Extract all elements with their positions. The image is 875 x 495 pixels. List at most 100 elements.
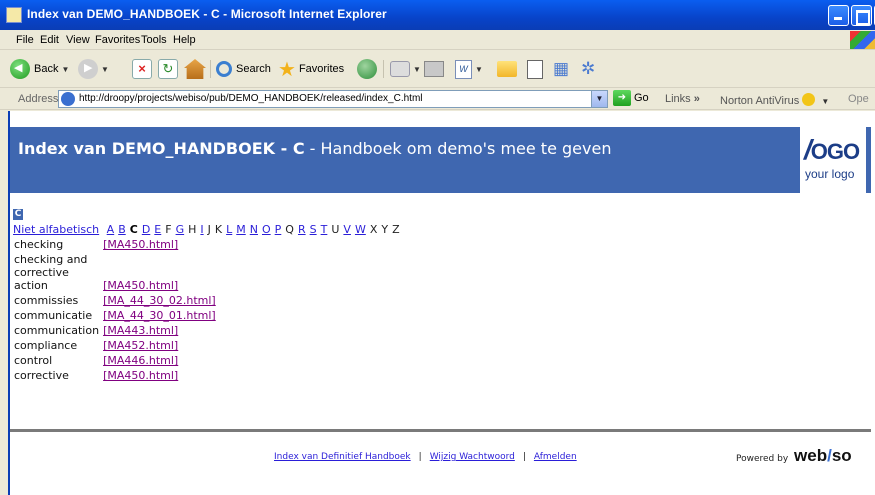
logo-slash: / bbox=[804, 134, 812, 165]
browser-window: Index van DEMO_HANDBOEK - C - Microsoft … bbox=[0, 0, 875, 495]
minimize-button[interactable] bbox=[828, 5, 849, 26]
address-url: http://droopy/projects/webiso/pub/DEMO_H… bbox=[79, 93, 423, 104]
menu-favorites[interactable]: Favorites bbox=[95, 34, 140, 46]
print-button[interactable] bbox=[424, 58, 444, 80]
index-link[interactable]: [MA452.html] bbox=[103, 339, 178, 352]
footer-link-logout[interactable]: Afmelden bbox=[534, 452, 577, 462]
messenger-button[interactable]: ✲ bbox=[581, 58, 595, 80]
alpha-letter-w[interactable]: W bbox=[355, 223, 366, 236]
forward-button[interactable]: ▼ bbox=[78, 58, 109, 80]
favorites-button[interactable]: ★ Favorites bbox=[278, 58, 344, 81]
index-link[interactable]: [MA446.html] bbox=[103, 354, 178, 367]
index-link[interactable]: [MA450.html] bbox=[103, 279, 178, 292]
table-row: communication [MA443.html] bbox=[12, 323, 218, 338]
index-term: corrective bbox=[14, 369, 69, 382]
search-label: Search bbox=[236, 63, 271, 75]
alpha-link-niet-alfabetisch[interactable]: Niet alfabetisch bbox=[13, 223, 99, 236]
stop-button[interactable]: × bbox=[132, 58, 152, 80]
table-row: communicatie [MA_44_30_01.html] bbox=[12, 308, 218, 323]
alpha-letter-d[interactable]: D bbox=[142, 223, 150, 236]
alpha-letter-b[interactable]: B bbox=[118, 223, 126, 236]
norton-antivirus-button[interactable]: Norton AntiVirus ▼ bbox=[720, 93, 829, 107]
research-button[interactable]: ▦ bbox=[553, 58, 569, 80]
alpha-letter-r[interactable]: R bbox=[298, 223, 306, 236]
index-link[interactable]: [MA450.html] bbox=[103, 369, 178, 382]
index-link[interactable]: [MA_44_30_02.html] bbox=[103, 294, 216, 307]
index-table: checking [MA450.html] checking and correct… bbox=[12, 237, 218, 383]
alpha-letter-t[interactable]: T bbox=[321, 223, 328, 236]
links-button[interactable]: Links » bbox=[665, 93, 700, 105]
powered-by-label: Powered by bbox=[736, 454, 789, 464]
go-button[interactable]: ➜ Go bbox=[613, 90, 649, 106]
edit-word-button[interactable]: W ▼ bbox=[455, 58, 483, 80]
index-term: commissies bbox=[14, 294, 79, 307]
home-icon bbox=[184, 59, 206, 79]
table-row: checking [MA450.html] bbox=[12, 237, 218, 252]
footer-link-change-password[interactable]: Wijzig Wachtwoord bbox=[430, 452, 515, 462]
mail-icon bbox=[390, 61, 410, 77]
search-icon bbox=[216, 61, 232, 77]
index-link[interactable]: [MA_44_30_01.html] bbox=[103, 309, 216, 322]
alpha-letter-v[interactable]: V bbox=[343, 223, 351, 236]
alpha-letter-x: X bbox=[369, 223, 378, 236]
menu-help[interactable]: Help bbox=[173, 34, 196, 46]
alpha-letter-j: J bbox=[207, 223, 211, 236]
folder-button[interactable] bbox=[497, 58, 517, 80]
chevron-down-icon[interactable]: ▼ bbox=[591, 91, 607, 107]
alpha-letter-e[interactable]: E bbox=[154, 223, 161, 236]
note-button[interactable] bbox=[527, 58, 543, 80]
menu-edit[interactable]: Edit bbox=[40, 34, 59, 46]
toolbar-separator bbox=[383, 60, 384, 78]
alpha-letter-l[interactable]: L bbox=[226, 223, 232, 236]
stop-icon: × bbox=[132, 59, 152, 79]
alpha-letter-z: Z bbox=[392, 223, 400, 236]
alpha-letter-s[interactable]: S bbox=[310, 223, 317, 236]
search-button[interactable]: Search bbox=[216, 58, 271, 80]
norton-icon bbox=[802, 93, 816, 106]
chevron-down-icon: ▼ bbox=[821, 97, 830, 106]
index-term: checking bbox=[14, 238, 64, 251]
alpha-letter-i[interactable]: I bbox=[200, 223, 203, 236]
chevron-down-icon: ▼ bbox=[475, 64, 483, 74]
menu-bar: File Edit View Favorites Tools Help bbox=[0, 30, 875, 50]
alpha-letter-a[interactable]: A bbox=[107, 223, 115, 236]
maximize-button[interactable] bbox=[851, 5, 872, 26]
refresh-icon: ↻ bbox=[158, 59, 178, 79]
standard-toolbar: Back ▼ ▼ × ↻ Search ★ Favorites bbox=[0, 50, 875, 88]
mail-button[interactable]: ▼ bbox=[390, 58, 421, 80]
alpha-letter-m[interactable]: M bbox=[236, 223, 246, 236]
index-link-cell: [MA450.html] bbox=[101, 237, 218, 252]
table-row: commissies [MA_44_30_02.html] bbox=[12, 293, 218, 308]
alpha-letter-g[interactable]: G bbox=[176, 223, 185, 236]
home-button[interactable] bbox=[184, 58, 206, 80]
alpha-letter-p[interactable]: P bbox=[275, 223, 282, 236]
windows-flag-icon bbox=[850, 31, 875, 49]
books-icon: ▦ bbox=[553, 59, 570, 78]
index-term: communicatie bbox=[14, 309, 93, 322]
back-label: Back bbox=[34, 63, 59, 75]
brand-so: so bbox=[831, 446, 852, 465]
norton-label: Norton AntiVirus bbox=[720, 95, 800, 107]
back-button[interactable]: Back ▼ bbox=[10, 58, 69, 80]
alpha-letter-n[interactable]: N bbox=[250, 223, 258, 236]
footer-link-index[interactable]: Index van Definitief Handboek bbox=[274, 452, 411, 462]
menu-file[interactable]: File bbox=[16, 34, 34, 46]
links-chevron: » bbox=[693, 93, 700, 105]
footer-links: Index van Definitief Handboek | Wijzig Wac… bbox=[274, 452, 577, 462]
alpha-letter-c: C bbox=[129, 223, 138, 236]
go-arrow-icon: ➜ bbox=[613, 90, 631, 106]
media-button[interactable] bbox=[357, 58, 377, 80]
title-bar: Index van DEMO_HANDBOEK - C - Microsoft … bbox=[0, 0, 875, 30]
alpha-letter-o[interactable]: O bbox=[262, 223, 271, 236]
index-link-cell: [MA452.html] bbox=[101, 338, 218, 353]
menu-view[interactable]: View bbox=[66, 34, 90, 46]
index-link[interactable]: [MA443.html] bbox=[103, 324, 178, 337]
address-input[interactable]: http://droopy/projects/webiso/pub/DEMO_H… bbox=[58, 90, 608, 108]
refresh-button[interactable]: ↻ bbox=[158, 58, 178, 80]
menu-tools[interactable]: Tools bbox=[141, 34, 167, 46]
media-icon bbox=[357, 59, 377, 79]
messenger-icon: ✲ bbox=[581, 59, 596, 78]
ope-button[interactable]: Ope bbox=[848, 93, 869, 105]
index-link[interactable]: [MA450.html] bbox=[103, 238, 178, 251]
index-link-cell: [MA450.html] bbox=[101, 368, 218, 383]
